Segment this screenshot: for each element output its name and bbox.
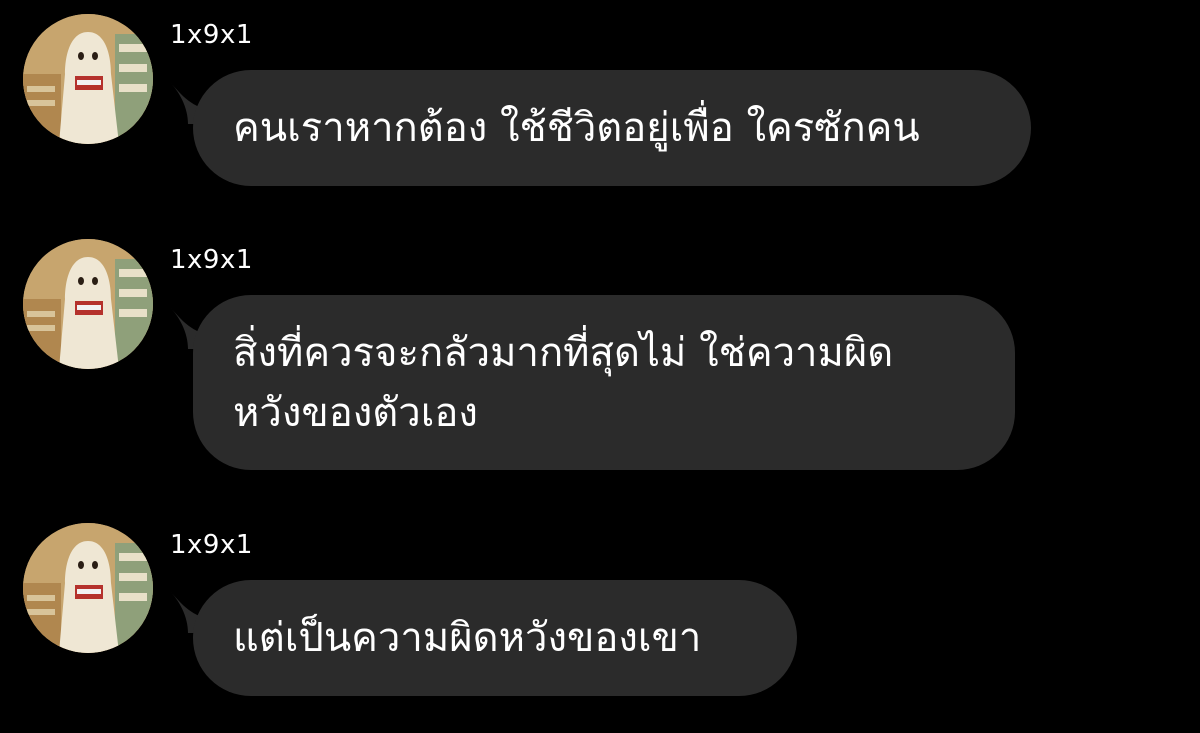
message-text: หวังของตัวเอง bbox=[233, 389, 478, 436]
sender-name: 1x9x1 bbox=[170, 245, 253, 275]
ghost-avatar-icon bbox=[23, 14, 153, 144]
sender-name: 1x9x1 bbox=[170, 530, 253, 560]
message-bubble[interactable]: สิ่งที่ควรจะกลัวมากที่สุดไม่ ใช่ความผิด … bbox=[193, 295, 1015, 470]
ghost-avatar-icon bbox=[23, 239, 153, 369]
ghost-avatar-icon bbox=[23, 523, 153, 653]
message-bubble[interactable]: คนเราหากต้อง ใช้ชีวิตอยู่เพื่อ ใครซักคน bbox=[193, 70, 1031, 186]
sender-avatar[interactable] bbox=[23, 523, 153, 653]
message-text: คนเราหากต้อง ใช้ชีวิตอยู่เพื่อ ใครซักคน bbox=[233, 105, 920, 151]
sender-name: 1x9x1 bbox=[170, 20, 253, 50]
message-bubble[interactable]: แต่เป็นความผิดหวังของเขา bbox=[193, 580, 797, 696]
message-text: สิ่งที่ควรจะกลัวมากที่สุดไม่ ใช่ความผิด bbox=[233, 329, 894, 376]
message-text: แต่เป็นความผิดหวังของเขา bbox=[233, 615, 702, 661]
sender-avatar[interactable] bbox=[23, 239, 153, 369]
sender-avatar[interactable] bbox=[23, 14, 153, 144]
